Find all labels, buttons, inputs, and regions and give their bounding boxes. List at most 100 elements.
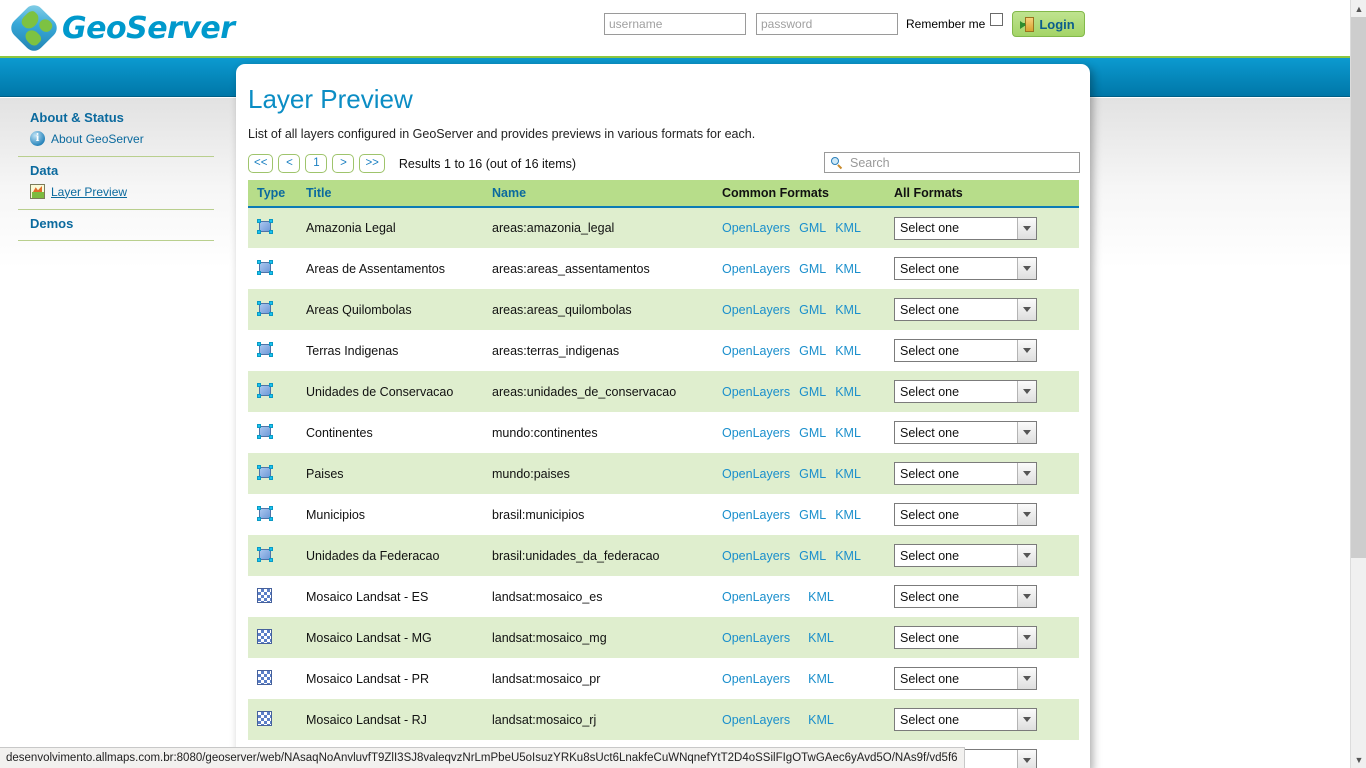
cell-all-formats: Select one [894, 494, 1079, 535]
sidebar-item-about-geoserver[interactable]: i About GeoServer [12, 128, 220, 150]
all-formats-select[interactable]: Select one [894, 708, 1037, 731]
chevron-down-icon[interactable] [1017, 258, 1036, 279]
chevron-down-icon[interactable] [1017, 586, 1036, 607]
sidebar-heading-demos: Demos [30, 216, 74, 231]
format-link-gml[interactable]: GML [799, 344, 826, 358]
format-link-openlayers[interactable]: OpenLayers [722, 549, 790, 563]
cell-name: brasil:municipios [492, 494, 722, 535]
username-input[interactable] [604, 13, 746, 35]
format-link-kml[interactable]: KML [808, 631, 834, 645]
format-link-kml[interactable]: KML [835, 262, 861, 276]
chevron-down-icon[interactable]: ▼ [1351, 751, 1366, 768]
chevron-down-icon[interactable] [1017, 299, 1036, 320]
format-link-openlayers[interactable]: OpenLayers [722, 631, 790, 645]
cell-common-formats: OpenLayers GML KML [722, 207, 894, 248]
format-link-openlayers[interactable]: OpenLayers [722, 385, 790, 399]
all-formats-select-label: Select one [900, 712, 960, 727]
remember-me-checkbox[interactable] [990, 12, 1004, 26]
scrollbar-thumb[interactable] [1351, 17, 1366, 558]
all-formats-select[interactable]: Select one [894, 585, 1037, 608]
format-link-gml[interactable]: GML [799, 385, 826, 399]
format-link-openlayers[interactable]: OpenLayers [722, 426, 790, 440]
chevron-down-icon[interactable] [1017, 668, 1036, 689]
chevron-down-icon[interactable] [1017, 381, 1036, 402]
format-link-openlayers[interactable]: OpenLayers [722, 344, 790, 358]
format-link-openlayers[interactable]: OpenLayers [722, 590, 790, 604]
format-link-gml[interactable]: GML [799, 549, 826, 563]
format-link-kml[interactable]: KML [808, 590, 834, 604]
column-header-type[interactable]: Type [248, 180, 306, 208]
chevron-down-icon[interactable] [1017, 627, 1036, 648]
all-formats-select[interactable]: Select one [894, 298, 1037, 321]
format-link-kml[interactable]: KML [835, 426, 861, 440]
chevron-down-icon[interactable] [1017, 545, 1036, 566]
cell-title: Amazonia Legal [306, 207, 492, 248]
pagination-prev-button[interactable]: < [278, 154, 301, 173]
format-link-gml[interactable]: GML [799, 262, 826, 276]
column-header-name[interactable]: Name [492, 180, 722, 208]
pagination-next-button[interactable]: > [332, 154, 355, 173]
all-formats-select[interactable]: Select one [894, 216, 1037, 240]
pagination-page-1-button[interactable]: 1 [305, 154, 328, 173]
all-formats-select[interactable]: Select one [894, 380, 1037, 403]
chevron-down-icon[interactable] [1017, 463, 1036, 484]
format-link-openlayers[interactable]: OpenLayers [722, 467, 790, 481]
login-button[interactable]: Login [1012, 11, 1085, 37]
format-link-openlayers[interactable]: OpenLayers [722, 221, 790, 235]
format-link-openlayers[interactable]: OpenLayers [722, 262, 790, 276]
format-link-gml[interactable]: GML [799, 508, 826, 522]
cell-common-formats: OpenLayers GML KML [722, 453, 894, 494]
format-link-kml[interactable]: KML [835, 549, 861, 563]
format-link-openlayers[interactable]: OpenLayers [722, 713, 790, 727]
cell-type [248, 576, 306, 617]
sidebar-item-label: About GeoServer [51, 131, 144, 146]
all-formats-select[interactable]: Select one [894, 462, 1037, 485]
format-link-kml[interactable]: KML [835, 221, 861, 235]
pagination-first-button[interactable]: << [248, 154, 274, 173]
search-box[interactable] [824, 152, 1080, 173]
vector-layer-icon [257, 341, 273, 357]
column-header-title[interactable]: Title [306, 180, 492, 208]
format-link-kml[interactable]: KML [808, 672, 834, 686]
all-formats-select-label: Select one [900, 261, 960, 276]
all-formats-select[interactable]: Select one [894, 544, 1037, 567]
format-link-openlayers[interactable]: OpenLayers [722, 672, 790, 686]
format-link-gml[interactable]: GML [799, 426, 826, 440]
password-input[interactable] [756, 13, 898, 35]
format-link-kml[interactable]: KML [835, 344, 861, 358]
status-bar: desenvolvimento.allmaps.com.br:8080/geos… [0, 747, 965, 768]
login-button-label: Login [1039, 16, 1075, 32]
format-link-kml[interactable]: KML [835, 385, 861, 399]
format-link-openlayers[interactable]: OpenLayers [722, 303, 790, 317]
raster-layer-icon [257, 628, 272, 644]
chevron-down-icon[interactable] [1017, 217, 1036, 239]
chevron-down-icon[interactable] [1017, 422, 1036, 443]
cell-name: areas:areas_assentamentos [492, 248, 722, 289]
all-formats-select[interactable]: Select one [894, 626, 1037, 649]
format-link-gml[interactable]: GML [799, 221, 826, 235]
format-link-kml[interactable]: KML [835, 303, 861, 317]
format-link-gml[interactable]: GML [799, 303, 826, 317]
chevron-down-icon[interactable] [1017, 750, 1036, 768]
brand-logo[interactable]: GeoServer [7, 1, 235, 55]
search-input[interactable] [848, 154, 1076, 171]
vertical-scrollbar[interactable]: ▲ ▼ [1350, 0, 1366, 768]
all-formats-select[interactable]: Select one [894, 503, 1037, 526]
all-formats-select-label: Select one [900, 425, 960, 440]
all-formats-select[interactable]: Select one [894, 421, 1037, 444]
format-link-kml[interactable]: KML [808, 713, 834, 727]
chevron-down-icon[interactable] [1017, 340, 1036, 361]
all-formats-select[interactable]: Select one [894, 339, 1037, 362]
all-formats-select[interactable]: Select one [894, 667, 1037, 690]
chevron-down-icon[interactable] [1017, 504, 1036, 525]
format-link-kml[interactable]: KML [835, 467, 861, 481]
chevron-down-icon[interactable] [1017, 709, 1036, 730]
sidebar-item-layer-preview[interactable]: Layer Preview [12, 181, 220, 203]
pagination-last-button[interactable]: >> [359, 154, 385, 173]
all-formats-select-label: Select one [900, 630, 960, 645]
chevron-up-icon[interactable]: ▲ [1351, 0, 1366, 17]
format-link-gml[interactable]: GML [799, 467, 826, 481]
all-formats-select[interactable]: Select one [894, 257, 1037, 280]
format-link-kml[interactable]: KML [835, 508, 861, 522]
format-link-openlayers[interactable]: OpenLayers [722, 508, 790, 522]
